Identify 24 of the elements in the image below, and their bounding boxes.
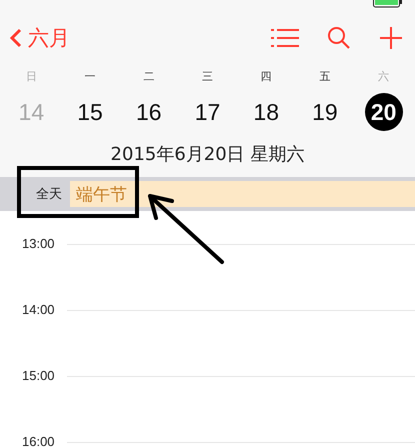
day-button[interactable]: 17: [188, 93, 226, 131]
search-icon[interactable]: [327, 26, 351, 50]
weekday-label: 一: [84, 69, 96, 85]
day-button[interactable]: 19: [306, 93, 344, 131]
day-button[interactable]: 20: [364, 93, 403, 131]
weekday-label: 二: [143, 69, 154, 85]
weekday-label: 日: [26, 69, 37, 85]
date-title: 2015年6月20日 星期六: [110, 143, 306, 167]
weekday-label: 五: [319, 69, 330, 85]
weekday-label: 三: [202, 69, 213, 85]
day-button[interactable]: 18: [247, 93, 286, 131]
battery-icon: [373, 0, 403, 8]
hour-label: 14:00: [21, 303, 56, 317]
hour-label: 13:00: [21, 237, 56, 251]
weekday-label: 四: [260, 69, 272, 85]
add-icon[interactable]: [379, 26, 403, 50]
day-button[interactable]: 15: [71, 93, 110, 131]
hour-label: 15:00: [21, 369, 56, 383]
all-day-label: 全天: [35, 186, 63, 203]
chevron-left-icon: [10, 28, 22, 48]
hour-label: 16:00: [21, 435, 56, 447]
list-icon[interactable]: [271, 28, 299, 48]
day-button[interactable]: 16: [130, 93, 168, 131]
weekday-label: 六: [378, 69, 390, 85]
